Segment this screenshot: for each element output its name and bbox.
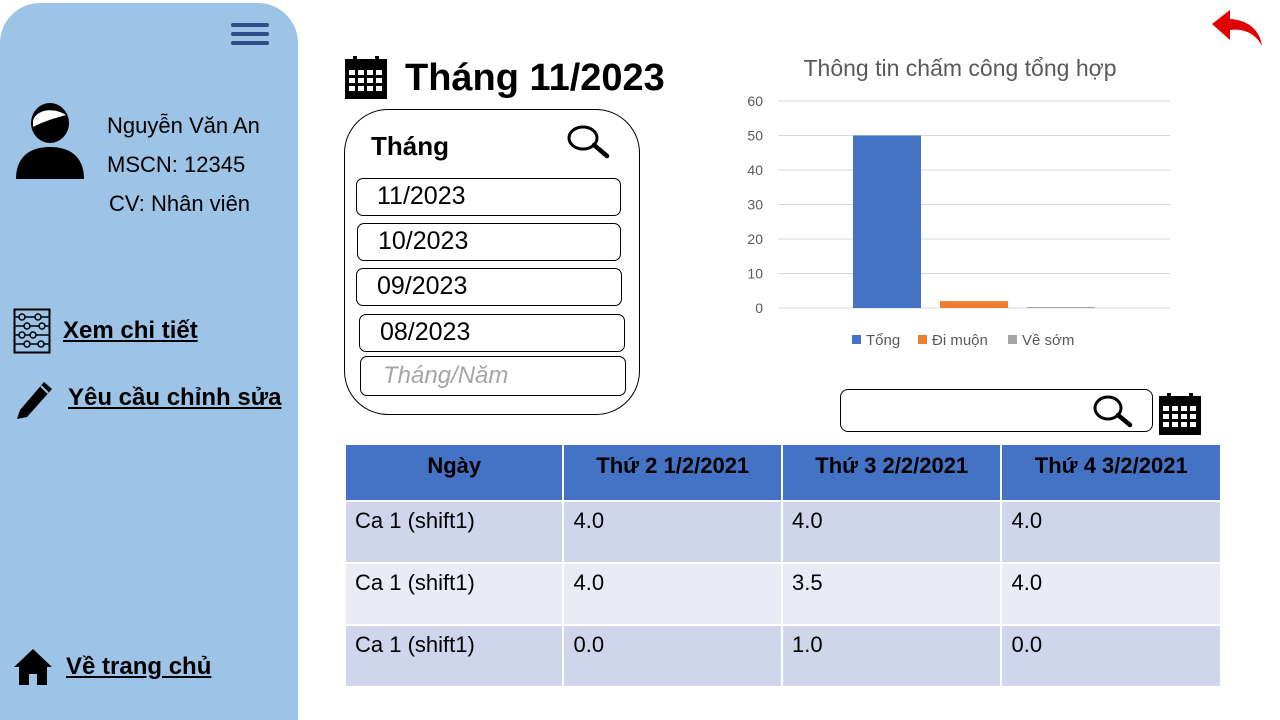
chart-y-tick-label: 0 — [755, 300, 763, 316]
table-cell: 4.0 — [1000, 562, 1222, 626]
search-box — [840, 389, 1153, 432]
sidebar: Nguyễn Văn An MSCN: 12345 CV: Nhân viên … — [0, 3, 298, 720]
table-cell: 0.0 — [1000, 624, 1222, 688]
table-cell: Ca 1 (shift1) — [343, 562, 565, 626]
attendance-chart: Thông tin chấm công tổng hợp 0 10 20 30 40 50… — [747, 55, 1170, 349]
chart-y-tick-label: 10 — [747, 266, 763, 282]
chart-bars — [853, 135, 1095, 308]
table-cell: 4.0 — [780, 500, 1003, 564]
nav-details-label: Xem chi tiết — [63, 317, 198, 344]
chart-y-tick-label: 20 — [747, 231, 763, 247]
chart-legend-label: Về sớm — [1022, 332, 1074, 349]
table-cell: 3.5 — [780, 562, 1003, 626]
table-header-cell: Ngày — [343, 443, 565, 502]
nav-details-link[interactable]: Xem chi tiết — [13, 308, 198, 354]
search-icon[interactable] — [1092, 393, 1134, 429]
table-row: Ca 1 (shift1) 4.0 3.5 4.0 — [343, 562, 1222, 626]
month-option[interactable]: 11/2023 — [356, 178, 621, 216]
table-cell: 4.0 — [562, 500, 783, 564]
search-input[interactable] — [851, 396, 1085, 426]
chart-bar — [853, 135, 921, 308]
table-header-cell: Thứ 2 1/2/2021 — [562, 443, 783, 502]
table-cell: 4.0 — [562, 562, 783, 626]
month-option[interactable]: 10/2023 — [357, 223, 621, 261]
month-option[interactable]: 09/2023 — [356, 268, 622, 306]
chart-bar — [1027, 306, 1095, 308]
table-header-cell: Thứ 3 2/2/2021 — [780, 443, 1003, 502]
chart-legend-swatch — [1008, 335, 1017, 344]
calendar-icon — [345, 56, 387, 99]
chart-legend-swatch — [852, 335, 861, 344]
table-cell: 0.0 — [562, 624, 783, 688]
nav-edit-request-link[interactable]: Yêu cầu chỉnh sửa — [14, 376, 281, 420]
pencil-icon — [14, 376, 56, 420]
month-search-icon[interactable] — [566, 124, 610, 160]
attendance-table: Ngày Thứ 2 1/2/2021 Thứ 3 2/2/2021 Thứ 4… — [343, 443, 1222, 688]
page-title: Tháng 11/2023 — [405, 56, 665, 99]
chart-y-axis: 0 10 20 30 40 50 60 — [747, 93, 763, 316]
user-id: MSCN: 12345 — [107, 152, 246, 177]
table-header-cell: Thứ 4 3/2/2021 — [1000, 443, 1222, 502]
chart-legend-label: Tổng — [866, 332, 900, 349]
chart-gridlines — [778, 100, 1170, 309]
chart-legend: Tổng Đi muộn Về sớm — [852, 332, 1074, 349]
page-header: Tháng 11/2023 — [345, 56, 665, 100]
chart-bar — [940, 301, 1008, 308]
menu-icon[interactable] — [231, 23, 269, 49]
table-row: Ca 1 (shift1) 4.0 4.0 4.0 — [343, 500, 1222, 564]
user-avatar-icon — [16, 103, 84, 179]
month-option[interactable]: 08/2023 — [359, 314, 625, 352]
table-cell: Ca 1 (shift1) — [343, 624, 565, 688]
table-cell: Ca 1 (shift1) — [343, 500, 565, 564]
table-row: Ca 1 (shift1) 0.0 1.0 0.0 — [343, 624, 1222, 688]
user-info: Nguyễn Văn An MSCN: 12345 CV: Nhân viên — [107, 106, 260, 223]
nav-edit-request-label: Yêu cầu chỉnh sửa — [68, 384, 282, 411]
chart-y-tick-label: 60 — [747, 93, 763, 109]
month-year-input[interactable] — [360, 356, 626, 396]
chart-y-tick-label: 30 — [747, 197, 763, 213]
table-cell: 4.0 — [1000, 500, 1222, 564]
chart-y-tick-label: 50 — [747, 128, 763, 144]
chart-legend-label: Đi muộn — [932, 332, 988, 349]
user-name: Nguyễn Văn An — [107, 113, 260, 138]
home-icon — [12, 647, 54, 687]
chart-title: Thông tin chấm công tổng hợp — [803, 55, 1116, 81]
date-picker-icon[interactable] — [1159, 393, 1201, 435]
table-header-row: Ngày Thứ 2 1/2/2021 Thứ 3 2/2/2021 Thứ 4… — [343, 443, 1222, 502]
abacus-icon — [13, 308, 51, 354]
chart-legend-swatch — [918, 335, 927, 344]
table-cell: 1.0 — [780, 624, 1003, 688]
nav-home-link[interactable]: Về trang chủ — [12, 647, 211, 687]
month-panel-label: Tháng — [371, 131, 449, 161]
chart-y-tick-label: 40 — [747, 162, 763, 178]
nav-home-label: Về trang chủ — [66, 653, 212, 680]
back-arrow-icon[interactable] — [1210, 10, 1266, 50]
user-role: CV: Nhân viên — [109, 191, 251, 216]
